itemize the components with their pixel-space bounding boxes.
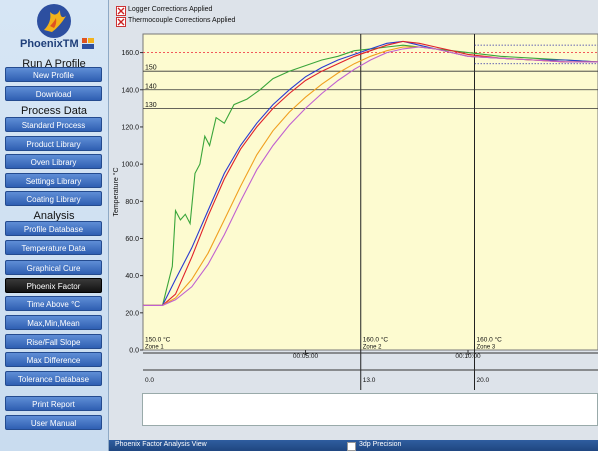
zone-temp-label: 160.0 °C: [477, 336, 503, 344]
plot-area: [142, 33, 598, 351]
y-tick-label: 160.0: [121, 50, 139, 57]
sidebar-button[interactable]: Standard Process: [5, 117, 102, 132]
y-tick-label: 80.0: [125, 199, 139, 206]
distance-tick-label: 20.0: [477, 377, 490, 384]
sidebar-button[interactable]: Product Library: [5, 136, 102, 151]
sidebar-button[interactable]: Graphical Cure: [5, 260, 102, 275]
probe-position-strip: [142, 393, 598, 426]
zone-temp-label: 160.0 °C: [363, 336, 389, 344]
time-tick-label: 00:05:00: [293, 353, 319, 360]
brand-name: PhoenixTM: [20, 38, 79, 50]
sidebar-button[interactable]: Coating Library: [5, 191, 102, 206]
profile-view: Logger Corrections Applied Thermocouple …: [109, 0, 598, 451]
sidebar-button[interactable]: User Manual: [5, 415, 102, 430]
distance-tick-label: 13.0: [363, 377, 376, 384]
y-axis-label: Temperature °C: [112, 167, 120, 216]
y-tick-label: 0.0: [129, 348, 139, 355]
sidebar-button[interactable]: Max Difference: [5, 352, 102, 367]
sidebar-button[interactable]: Profile Database: [5, 221, 102, 236]
phoenix-logo-icon: [37, 4, 71, 38]
analysis-view-bar: Phoenix Factor Analysis View 3dp Precisi…: [109, 440, 598, 451]
analysis-view-title: Phoenix Factor Analysis View: [115, 441, 207, 448]
precision-label: 3dp Precision: [359, 441, 402, 448]
y-tick-label: 20.0: [125, 310, 139, 317]
sidebar-button[interactable]: Phoenix Factor: [5, 278, 102, 293]
zone-name-label: Zone 3: [477, 345, 496, 351]
reference-line-label: 130: [145, 102, 157, 109]
zone-temp-label: 150.0 °C: [145, 336, 171, 344]
sidebar-button[interactable]: Max,Min,Mean: [5, 315, 102, 330]
y-tick-label: 60.0: [125, 236, 139, 243]
y-tick-label: 120.0: [121, 124, 139, 131]
precision-checkbox[interactable]: [347, 442, 356, 451]
y-tick-label: 100.0: [121, 162, 139, 169]
temperature-profile-chart: 150 140 130 0.0 20.0 40.0 60.0 80.0 100.0 120.0 14…: [112, 33, 598, 414]
y-tick-label: 140.0: [121, 87, 139, 94]
brand-mark-icon: [82, 38, 94, 49]
sidebar-button[interactable]: Tolerance Database: [5, 371, 102, 386]
reference-line-label: 150: [145, 65, 157, 72]
sidebar-button[interactable]: Time Above °C: [5, 296, 102, 311]
time-tick-label: 00:10:00: [455, 353, 481, 360]
y-tick-label: 40.0: [125, 273, 139, 280]
sidebar-button[interactable]: New Profile: [5, 67, 102, 82]
distance-tick-label: 0.0: [145, 377, 154, 384]
sidebar-button[interactable]: Print Report: [5, 396, 102, 411]
zone-name-label: Zone 1: [145, 345, 164, 351]
section-heading: Process Data: [20, 105, 88, 117]
sidebar-button[interactable]: Oven Library: [5, 154, 102, 169]
zone-name-label: Zone 2: [363, 345, 382, 351]
sidebar-button[interactable]: Temperature Data: [5, 240, 102, 255]
sidebar: PhoenixTM Run A Profile Process Data Analy…: [0, 0, 109, 451]
sidebar-button[interactable]: Settings Library: [5, 173, 102, 188]
reference-line-label: 140: [145, 83, 157, 90]
sidebar-button[interactable]: Rise/Fall Slope: [5, 334, 102, 349]
sidebar-button[interactable]: Download: [5, 86, 102, 101]
